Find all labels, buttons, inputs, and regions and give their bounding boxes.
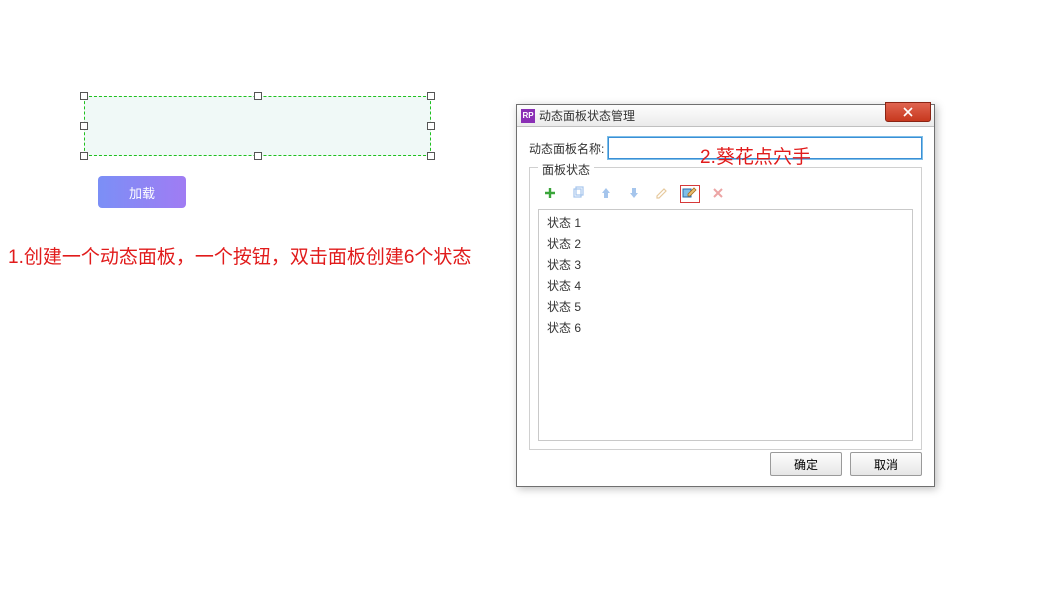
arrow-up-icon <box>600 186 612 203</box>
dynamic-panel-widget[interactable] <box>84 96 431 156</box>
move-down-button[interactable] <box>624 185 644 203</box>
cancel-button[interactable]: 取消 <box>850 452 922 476</box>
dialog-body: 动态面板名称: 面板状态 <box>517 127 934 460</box>
resize-handle[interactable] <box>427 152 435 160</box>
resize-handle[interactable] <box>427 92 435 100</box>
list-item[interactable]: 状态 6 <box>539 317 912 338</box>
pencil-icon <box>655 186 669 203</box>
list-item[interactable]: 状态 3 <box>539 254 912 275</box>
resize-handle[interactable] <box>427 122 435 130</box>
annotation-step1: 1.创建一个动态面板，一个按钮，双击面板创建6个状态 <box>8 242 471 269</box>
add-state-button[interactable] <box>540 185 560 203</box>
list-item[interactable]: 状态 2 <box>539 233 912 254</box>
resize-handle[interactable] <box>80 122 88 130</box>
close-icon <box>902 107 914 117</box>
edit-all-states-button[interactable] <box>680 185 700 203</box>
close-button[interactable] <box>885 102 931 122</box>
resize-handle[interactable] <box>80 92 88 100</box>
delete-icon <box>712 187 724 202</box>
edit-all-icon <box>682 186 698 203</box>
move-up-button[interactable] <box>596 185 616 203</box>
arrow-down-icon <box>628 186 640 203</box>
states-legend: 面板状态 <box>538 161 594 178</box>
delete-state-button[interactable] <box>708 185 728 203</box>
rp-app-icon: RP <box>521 109 535 123</box>
resize-handle[interactable] <box>254 92 262 100</box>
ok-button[interactable]: 确定 <box>770 452 842 476</box>
state-list[interactable]: 状态 1 状态 2 状态 3 状态 4 状态 5 状态 6 <box>538 209 913 441</box>
dialog-title: 动态面板状态管理 <box>539 107 635 124</box>
duplicate-state-button[interactable] <box>568 185 588 203</box>
duplicate-icon <box>571 186 585 203</box>
states-fieldset: 面板状态 <box>529 167 922 450</box>
states-toolbar <box>538 183 913 209</box>
dialog-titlebar[interactable]: RP 动态面板状态管理 <box>517 105 934 127</box>
add-icon <box>543 186 557 203</box>
panel-name-label: 动态面板名称: <box>529 140 604 157</box>
resize-handle[interactable] <box>254 152 262 160</box>
list-item[interactable]: 状态 5 <box>539 296 912 317</box>
edit-state-button[interactable] <box>652 185 672 203</box>
annotation-step2: 2.葵花点穴手 <box>700 142 811 169</box>
load-button[interactable]: 加载 <box>98 176 186 208</box>
list-item[interactable]: 状态 4 <box>539 275 912 296</box>
list-item[interactable]: 状态 1 <box>539 212 912 233</box>
resize-handle[interactable] <box>80 152 88 160</box>
